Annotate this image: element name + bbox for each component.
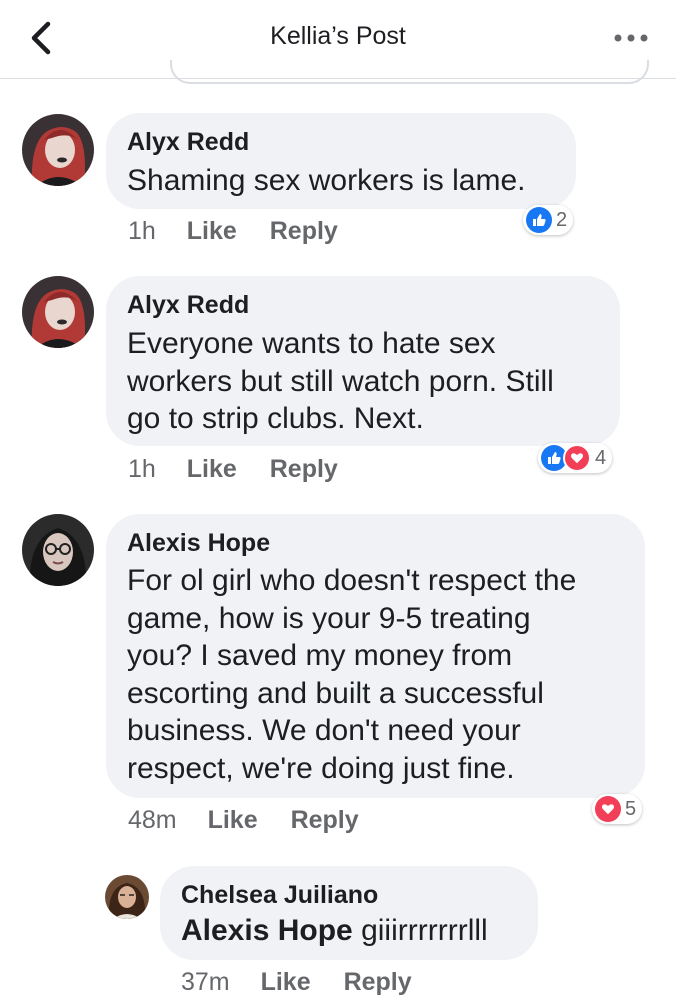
page-title: Kellia’s Post	[270, 22, 406, 50]
love-reaction-icon	[595, 796, 621, 822]
comment-text-line: escorting and built a successful	[127, 676, 544, 710]
reply-button[interactable]: Reply	[270, 455, 338, 483]
comment-time: 1h	[128, 217, 156, 245]
comment-text: Alexis Hope giiirrrrrrrlll	[181, 912, 488, 950]
comment-meta: 37m Like Reply	[181, 968, 412, 997]
comment-time: 48m	[128, 806, 177, 834]
avatar[interactable]	[22, 514, 94, 586]
reaction-summary[interactable]: 5	[592, 794, 643, 824]
love-reaction-icon	[563, 444, 591, 472]
like-button[interactable]: Like	[187, 455, 237, 483]
comment-text-body: giiirrrrrrrlll	[361, 914, 488, 947]
comment-author[interactable]: Alyx Redd	[127, 128, 249, 157]
like-button[interactable]: Like	[208, 806, 258, 834]
comment-text: Shaming sex workers is lame.	[127, 164, 526, 197]
mention-link[interactable]: Alexis Hope	[181, 914, 353, 947]
like-button[interactable]: Like	[261, 968, 311, 996]
reaction-count: 4	[595, 446, 607, 469]
comment-meta: 48m Like Reply	[128, 806, 359, 835]
comment-text-line: go to strip clubs. Next.	[127, 402, 424, 435]
avatar[interactable]	[22, 276, 94, 348]
reaction-summary[interactable]: 4	[538, 443, 613, 473]
comment-text-line: you? I saved my money from	[127, 639, 513, 672]
comment-author[interactable]: Alexis Hope	[127, 529, 270, 558]
comment-author[interactable]: Chelsea Juiliano	[181, 881, 378, 910]
reply-button[interactable]: Reply	[344, 968, 412, 996]
avatar[interactable]	[105, 875, 149, 919]
comment-meta: 1h Like Reply	[128, 455, 338, 484]
comment-text-line: respect, we're doing just fine.	[127, 751, 515, 785]
comment-text-line: business. We don't need your	[127, 714, 521, 747]
reaction-count: 2	[556, 208, 568, 231]
reaction-count: 5	[625, 797, 637, 820]
comment-time: 1h	[128, 455, 156, 483]
comment-text: Everyone wants to hate sex workers but s…	[127, 325, 554, 438]
comment-text-line: game, how is your 9-5 treating	[127, 601, 531, 635]
comment-meta: 1h Like Reply	[128, 217, 338, 246]
reply-button[interactable]: Reply	[270, 217, 338, 245]
comment-text-line: workers but still watch porn. Still	[127, 364, 554, 398]
comment-time: 37m	[181, 968, 230, 996]
previous-comment-stub	[170, 60, 649, 84]
comment-text-line: Everyone wants to hate sex	[127, 327, 496, 360]
more-options-icon[interactable]	[614, 34, 648, 42]
comment-text: For ol girl who doesn't respect the game…	[127, 562, 576, 787]
comment-author[interactable]: Alyx Redd	[127, 291, 249, 320]
avatar[interactable]	[22, 114, 94, 186]
reply-button[interactable]: Reply	[291, 806, 359, 834]
comment-text-line: For ol girl who doesn't respect the	[127, 564, 577, 597]
like-reaction-icon	[526, 207, 552, 233]
like-button[interactable]: Like	[187, 217, 237, 245]
reaction-summary[interactable]: 2	[523, 205, 574, 235]
